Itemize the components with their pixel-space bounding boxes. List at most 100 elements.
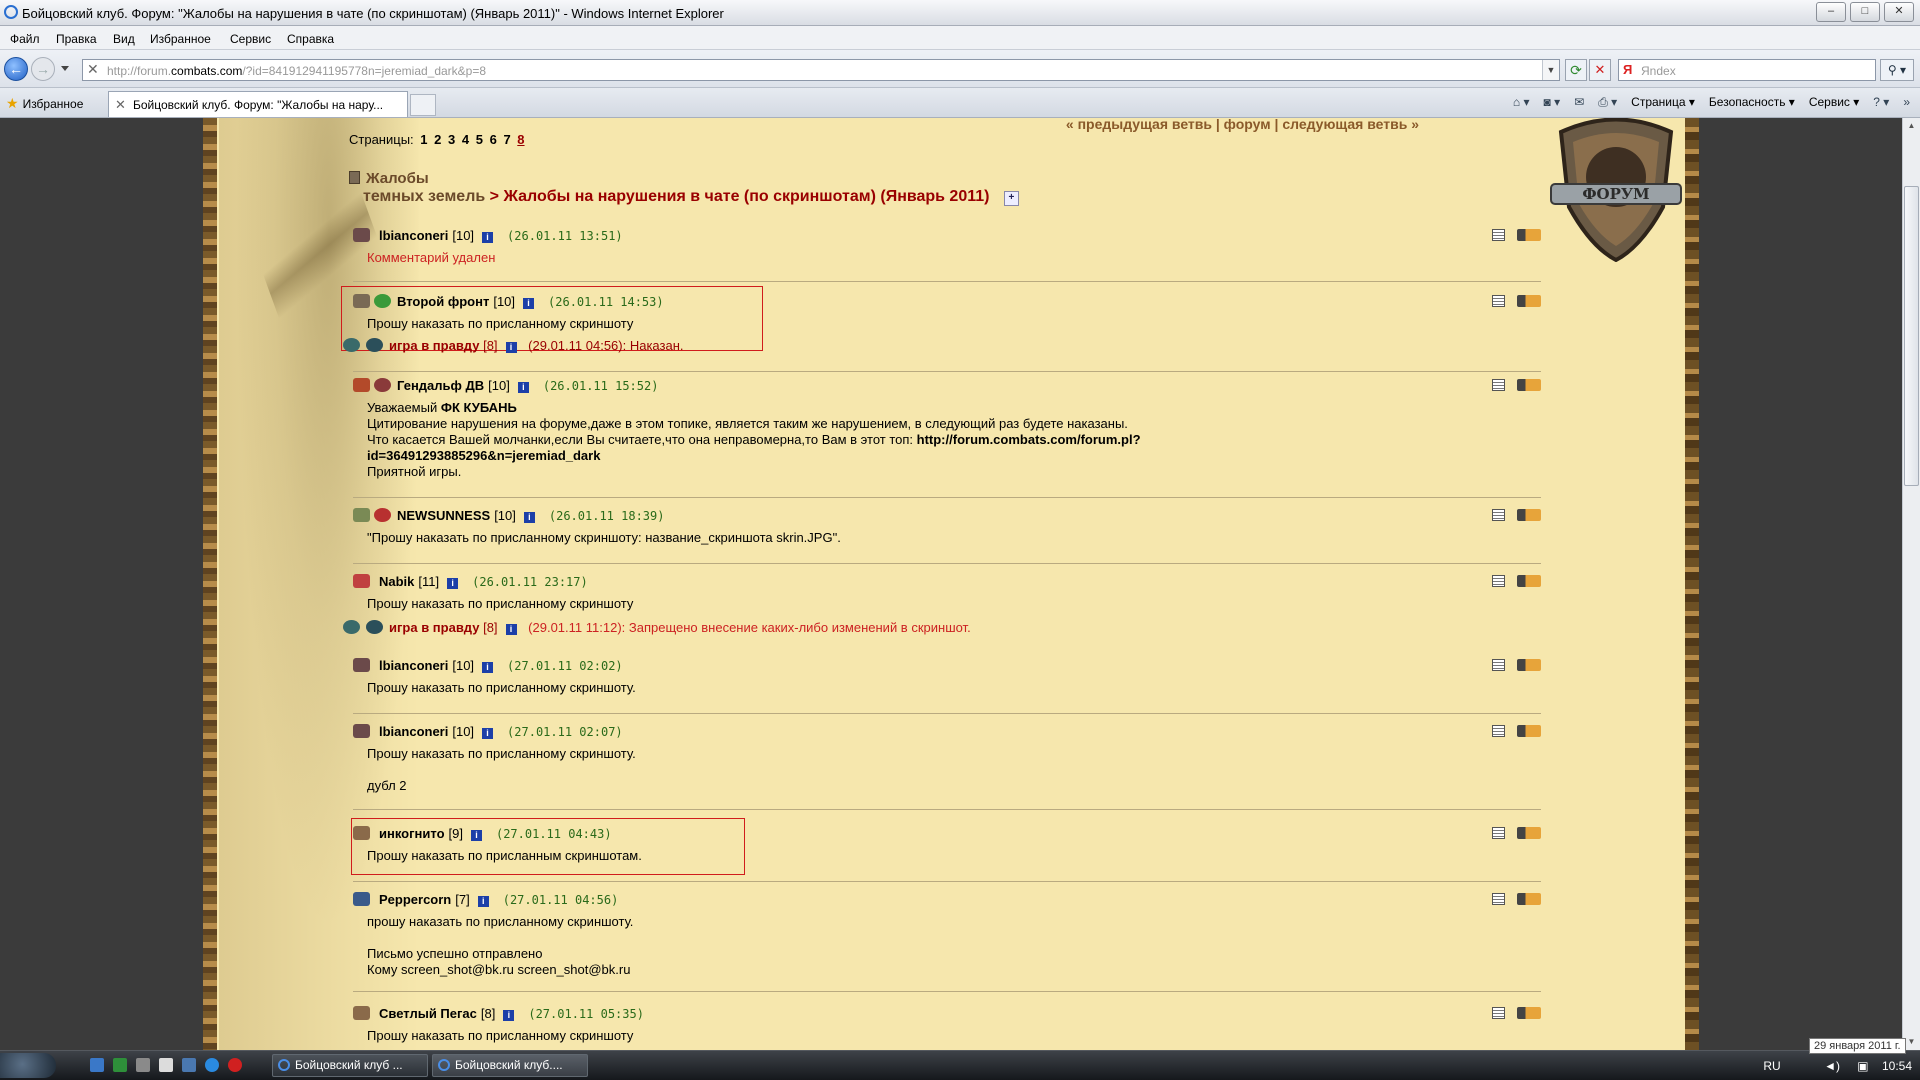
page-link-6[interactable]: 6: [490, 132, 497, 147]
tools-menu[interactable]: Сервис ▾: [1809, 95, 1859, 110]
menu-help[interactable]: Справка: [287, 32, 334, 46]
clock[interactable]: 10:54: [1882, 1059, 1912, 1073]
key-icon[interactable]: [1517, 575, 1541, 587]
key-icon[interactable]: [1517, 1007, 1541, 1019]
scroll-up-button[interactable]: ▲: [1903, 118, 1920, 134]
note-icon[interactable]: [1492, 575, 1505, 587]
post-author[interactable]: Peppercorn: [379, 892, 451, 907]
key-icon[interactable]: [1517, 827, 1541, 839]
refresh-button[interactable]: ⟳: [1565, 59, 1587, 81]
note-icon[interactable]: [1492, 509, 1505, 521]
new-tab-button[interactable]: [410, 94, 436, 116]
page-link-1[interactable]: 1: [420, 132, 427, 147]
page-link-5[interactable]: 5: [476, 132, 483, 147]
favorites-button[interactable]: ★ Избранное: [6, 95, 83, 112]
help-icon[interactable]: ? ▾: [1873, 95, 1889, 110]
scrollbar-thumb[interactable]: [1904, 186, 1919, 486]
note-icon[interactable]: [1492, 827, 1505, 839]
page-link-7[interactable]: 7: [503, 132, 510, 147]
note-icon[interactable]: [1492, 725, 1505, 737]
language-indicator[interactable]: RU: [1763, 1059, 1780, 1073]
address-input[interactable]: ✕ http://forum.combats.com/?id=841912941…: [82, 59, 1560, 81]
chevron-icon[interactable]: »: [1903, 95, 1910, 110]
add-icon[interactable]: +: [1003, 191, 1019, 206]
post-author[interactable]: lbianconeri: [379, 228, 448, 243]
note-icon[interactable]: [1492, 295, 1505, 307]
forward-button[interactable]: →: [31, 57, 55, 81]
search-input[interactable]: Я Яndex: [1618, 59, 1876, 81]
key-icon[interactable]: [1517, 379, 1541, 391]
info-icon[interactable]: i: [517, 382, 529, 393]
security-menu[interactable]: Безопасность ▾: [1709, 95, 1795, 110]
search-button[interactable]: ⚲ ▾: [1880, 59, 1914, 81]
key-icon[interactable]: [1517, 509, 1541, 521]
post-author[interactable]: Второй фронт: [397, 294, 489, 309]
close-button[interactable]: ✕: [1884, 2, 1914, 22]
stop-button[interactable]: ✕: [1589, 59, 1611, 81]
network-icon[interactable]: ▣: [1857, 1059, 1868, 1073]
opera-icon[interactable]: [228, 1058, 242, 1072]
history-dropdown[interactable]: [61, 66, 69, 71]
info-icon[interactable]: i: [477, 896, 489, 907]
info-icon[interactable]: i: [482, 662, 494, 673]
back-button[interactable]: ←: [4, 57, 28, 81]
start-button[interactable]: [0, 1053, 56, 1078]
post-author[interactable]: Nabik: [379, 574, 414, 589]
maximize-button[interactable]: □: [1850, 2, 1880, 22]
note-icon[interactable]: [1492, 229, 1505, 241]
home-icon[interactable]: ⌂ ▾: [1513, 95, 1530, 110]
tab-active[interactable]: ✕ Бойцовский клуб. Форум: "Жалобы на нар…: [108, 91, 408, 117]
feeds-icon[interactable]: ◙ ▾: [1544, 95, 1561, 110]
menu-favorites[interactable]: Избранное: [150, 32, 211, 46]
page-menu[interactable]: Страница ▾: [1631, 95, 1695, 110]
moderator-nick[interactable]: игра в правду: [389, 338, 479, 353]
breadcrumb-category[interactable]: Жалобы: [349, 170, 429, 187]
note-icon[interactable]: [1492, 379, 1505, 391]
post-author[interactable]: NEWSUNNESS: [397, 508, 490, 523]
note-icon[interactable]: [1492, 1007, 1505, 1019]
menu-file[interactable]: Файл: [10, 32, 40, 46]
quicklaunch-icon[interactable]: [113, 1058, 127, 1072]
post-author[interactable]: lbianconeri: [379, 724, 448, 739]
info-icon[interactable]: i: [523, 298, 535, 309]
key-icon[interactable]: [1517, 295, 1541, 307]
print-icon[interactable]: ⎙ ▾: [1598, 95, 1617, 110]
info-icon[interactable]: i: [523, 512, 535, 523]
breadcrumb-subforum[interactable]: темных земель: [363, 188, 485, 205]
menu-tools[interactable]: Сервис: [230, 32, 271, 46]
info-icon[interactable]: i: [503, 1010, 515, 1021]
quicklaunch-icon[interactable]: [159, 1058, 173, 1072]
mail-icon[interactable]: ✉: [1574, 95, 1584, 110]
post-author[interactable]: Светлый Пегас: [379, 1006, 477, 1021]
info-icon[interactable]: i: [482, 232, 494, 243]
info-icon[interactable]: i: [447, 578, 459, 589]
ie-icon[interactable]: [205, 1058, 219, 1072]
volume-icon[interactable]: ◄): [1824, 1059, 1840, 1073]
taskbar-button[interactable]: Бойцовский клуб ...: [272, 1054, 428, 1077]
info-icon[interactable]: i: [505, 624, 517, 635]
note-icon[interactable]: [1492, 893, 1505, 905]
key-icon[interactable]: [1517, 893, 1541, 905]
show-desktop-icon[interactable]: [90, 1058, 104, 1072]
key-icon[interactable]: [1517, 659, 1541, 671]
minimize-button[interactable]: –: [1816, 2, 1846, 22]
info-icon[interactable]: i: [505, 342, 517, 353]
topic-link[interactable]: http://forum.combats.com/forum.pl?: [917, 432, 1141, 447]
info-icon[interactable]: i: [470, 830, 482, 841]
info-icon[interactable]: i: [482, 728, 494, 739]
page-link-current[interactable]: 8: [517, 132, 524, 147]
key-icon[interactable]: [1517, 725, 1541, 737]
quicklaunch-icon[interactable]: [136, 1058, 150, 1072]
quicklaunch-icon[interactable]: [182, 1058, 196, 1072]
post-author[interactable]: инкогнито: [379, 826, 445, 841]
address-dropdown[interactable]: ▼: [1542, 60, 1559, 80]
vertical-scrollbar[interactable]: ▲ ▼: [1902, 118, 1920, 1050]
thread-navigation[interactable]: « предыдущая ветвь | форум | следующая в…: [349, 118, 1549, 132]
page-link-3[interactable]: 3: [448, 132, 455, 147]
moderator-nick[interactable]: игра в правду: [389, 620, 479, 635]
page-link-2[interactable]: 2: [434, 132, 441, 147]
menu-edit[interactable]: Правка: [56, 32, 97, 46]
post-author[interactable]: lbianconeri: [379, 658, 448, 673]
page-link-4[interactable]: 4: [462, 132, 469, 147]
menu-view[interactable]: Вид: [113, 32, 135, 46]
